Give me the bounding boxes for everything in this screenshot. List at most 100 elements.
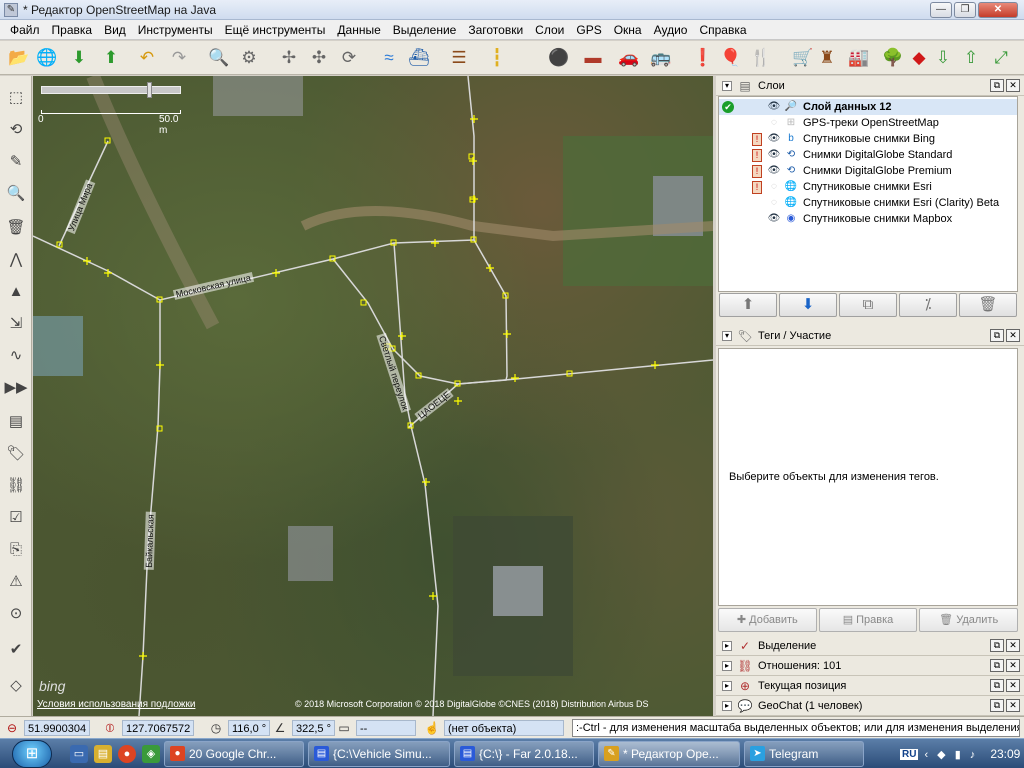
road-preset-icon[interactable]: ┇	[484, 45, 510, 71]
tree-preset-icon[interactable]: 🌳	[880, 45, 906, 71]
clock[interactable]: 23:09	[990, 747, 1020, 761]
menu-item-1[interactable]: Правка	[46, 20, 99, 40]
survey-point-preset-icon[interactable]: ◆	[906, 45, 932, 71]
taskbar-button[interactable]: ✎ * Редактор Ope...	[598, 741, 740, 767]
delete-tool-icon[interactable]: 🗑	[3, 214, 29, 240]
plugin-fullscreen-icon[interactable]: ⤢	[988, 45, 1014, 71]
extrude-tool-icon[interactable]: ⇲	[3, 310, 29, 336]
move-layer-down-button[interactable]: ⬇	[779, 293, 837, 317]
download-icon[interactable]: ⬇	[66, 45, 92, 71]
selection-list-icon[interactable]: ☑	[3, 504, 29, 530]
upload-icon[interactable]: ⬆	[98, 45, 124, 71]
menu-item-4[interactable]: Ещё инструменты	[219, 20, 332, 40]
taskbar-button[interactable]: ▤ {C:\Vehicle Simu...	[308, 741, 450, 767]
spline-tool-icon[interactable]: ∿	[3, 342, 29, 368]
bus-preset-icon[interactable]: 🚌	[648, 45, 674, 71]
menu-item-0[interactable]: Файл	[4, 20, 46, 40]
validator-toggle-icon[interactable]: ✔	[3, 636, 29, 662]
menu-item-11[interactable]: Аудио	[648, 20, 694, 40]
waterway-preset-icon[interactable]: ≈	[376, 45, 402, 71]
split-way-icon[interactable]: ✣	[306, 45, 332, 71]
layers-panel-header[interactable]: ▾ ▤ Слои ⧉ ✕	[716, 76, 1024, 96]
add-tag-button[interactable]: ✚ Добавить	[718, 608, 817, 632]
detach-panel-button[interactable]: ⧉	[990, 329, 1004, 342]
open-location-icon[interactable]: 🌐	[34, 45, 60, 71]
taskbar-button[interactable]: ● 20 Google Chr...	[164, 741, 304, 767]
collapsed-panel-header[interactable]: ▸ ⊕ Текущая позиция ⧉ ✕	[716, 676, 1024, 696]
close-panel-button[interactable]: ✕	[1006, 79, 1020, 92]
shop-preset-icon[interactable]: 🛒	[790, 45, 816, 71]
redo-icon[interactable]: ↷	[166, 45, 192, 71]
menu-item-5[interactable]: Данные	[331, 20, 386, 40]
layer-opacity-button[interactable]: ⁒	[899, 293, 957, 317]
edit-tag-button[interactable]: ▤ Правка	[818, 608, 918, 632]
language-indicator[interactable]: RU	[900, 748, 919, 760]
detach-panel-button[interactable]: ⧉	[990, 639, 1004, 652]
select-tool-icon[interactable]: ⬚	[3, 84, 29, 110]
layers-toggle-icon[interactable]: ▤	[3, 408, 29, 434]
preferences-icon[interactable]: ⚙	[236, 45, 262, 71]
simplify-way-icon[interactable]: ✢	[276, 45, 302, 71]
collapse-icon[interactable]: ▾	[722, 80, 732, 91]
zoom-slider[interactable]	[41, 86, 181, 94]
layer-row[interactable]: ! 👁 ⟲ Снимки DigitalGlobe Premium	[719, 163, 1017, 179]
start-button[interactable]: ⊞	[12, 740, 52, 768]
industrial-preset-icon[interactable]: 🏭	[846, 45, 872, 71]
collapsed-panel-header[interactable]: ▸ ⛓ Отношения: 101 ⧉ ✕	[716, 656, 1024, 676]
history-toggle-icon[interactable]: ⎘	[3, 536, 29, 562]
menu-item-2[interactable]: Вид	[98, 20, 132, 40]
collapsed-panel-header[interactable]: ▸ ✓ Выделение ⧉ ✕	[716, 636, 1024, 656]
close-panel-button[interactable]: ✕	[1006, 329, 1020, 342]
chrome-icon[interactable]: ●	[118, 745, 136, 763]
delete-layer-button[interactable]: 🗑	[959, 293, 1017, 317]
menu-item-7[interactable]: Заготовки	[462, 20, 529, 40]
improve-way-tool-icon[interactable]: ⋀	[3, 246, 29, 272]
menu-item-6[interactable]: Выделение	[387, 20, 463, 40]
detach-panel-button[interactable]: ⧉	[990, 679, 1004, 692]
merge-layer-button[interactable]: ⧉	[839, 293, 897, 317]
plugin-upload-icon[interactable]: ⇧	[958, 45, 984, 71]
collapse-icon[interactable]: ▾	[722, 330, 732, 341]
menu-item-9[interactable]: GPS	[570, 20, 607, 40]
tags-panel-header[interactable]: ▾ 🏷 Теги / Участие ⧉ ✕	[716, 326, 1024, 346]
detach-panel-button[interactable]: ⧉	[990, 79, 1004, 92]
expand-icon[interactable]: ▸	[722, 700, 732, 711]
plugin-download-icon[interactable]: ⇩	[930, 45, 956, 71]
maximize-button[interactable]: ❐	[954, 2, 976, 18]
menu-item-10[interactable]: Окна	[608, 20, 648, 40]
conflict-toggle-icon[interactable]: ⚠	[3, 568, 29, 594]
minimize-button[interactable]: —	[930, 2, 952, 18]
layer-row[interactable]: ◌ ⊞ GPS-треки OpenStreetMap	[719, 115, 1017, 131]
show-desktop-icon[interactable]: ▭	[70, 745, 88, 763]
attention-preset-icon[interactable]: ❗	[690, 45, 716, 71]
more-tools-icon[interactable]: ▶▶	[3, 374, 29, 400]
layer-row[interactable]: ✔ 👁 🔎 Слой данных 12	[719, 99, 1017, 115]
visibility-eye-icon[interactable]: 👁	[767, 165, 781, 177]
imagery-terms-link[interactable]: Условия использования подложки	[37, 699, 195, 710]
layer-row[interactable]: ! 👁 ⟲ Снимки DigitalGlobe Standard	[719, 147, 1017, 163]
collapsed-panel-header[interactable]: ▸ 💬 GeoChat (1 человек) ⧉ ✕	[716, 696, 1024, 716]
car-preset-icon[interactable]: 🚗	[616, 45, 642, 71]
filter-toggle-icon[interactable]: ⊙	[3, 600, 29, 626]
wall-preset-icon[interactable]: ▬	[580, 45, 606, 71]
map-view[interactable]: Улица Мира Московская улица Светлый пере…	[33, 76, 713, 716]
layer-row[interactable]: ◌ 🌐 Спутниковые снимки Esri (Clarity) Beta	[719, 195, 1017, 211]
detach-panel-button[interactable]: ⧉	[990, 659, 1004, 672]
visibility-eye-icon[interactable]: ◌	[767, 197, 781, 209]
map-paint-toggle-icon[interactable]: ◇	[3, 672, 29, 698]
visibility-eye-icon[interactable]: 👁	[767, 149, 781, 161]
delete-tag-button[interactable]: 🗑 Удалить	[919, 608, 1019, 632]
draw-tool-icon[interactable]: ✎	[3, 148, 29, 174]
tags-table[interactable]: Выберите объекты для изменения тегов.	[718, 348, 1018, 606]
traffic-light-preset-icon[interactable]: ⚫	[546, 45, 572, 71]
menu-item-3[interactable]: Инструменты	[132, 20, 219, 40]
leisure-preset-icon[interactable]: 🎈	[718, 45, 744, 71]
reverse-way-icon[interactable]: ⟳	[336, 45, 362, 71]
tray-icons[interactable]: ‹ ◆ ▮ ♪	[924, 748, 978, 761]
utility-icon[interactable]: ◈	[142, 745, 160, 763]
close-panel-button[interactable]: ✕	[1006, 639, 1020, 652]
layer-row[interactable]: ! 👁 b Спутниковые снимки Bing	[719, 131, 1017, 147]
layer-row[interactable]: 👁 ◉ Спутниковые снимки Mapbox	[719, 211, 1017, 227]
close-button[interactable]: ✕	[978, 2, 1018, 18]
railway-preset-icon[interactable]: ☰	[446, 45, 472, 71]
